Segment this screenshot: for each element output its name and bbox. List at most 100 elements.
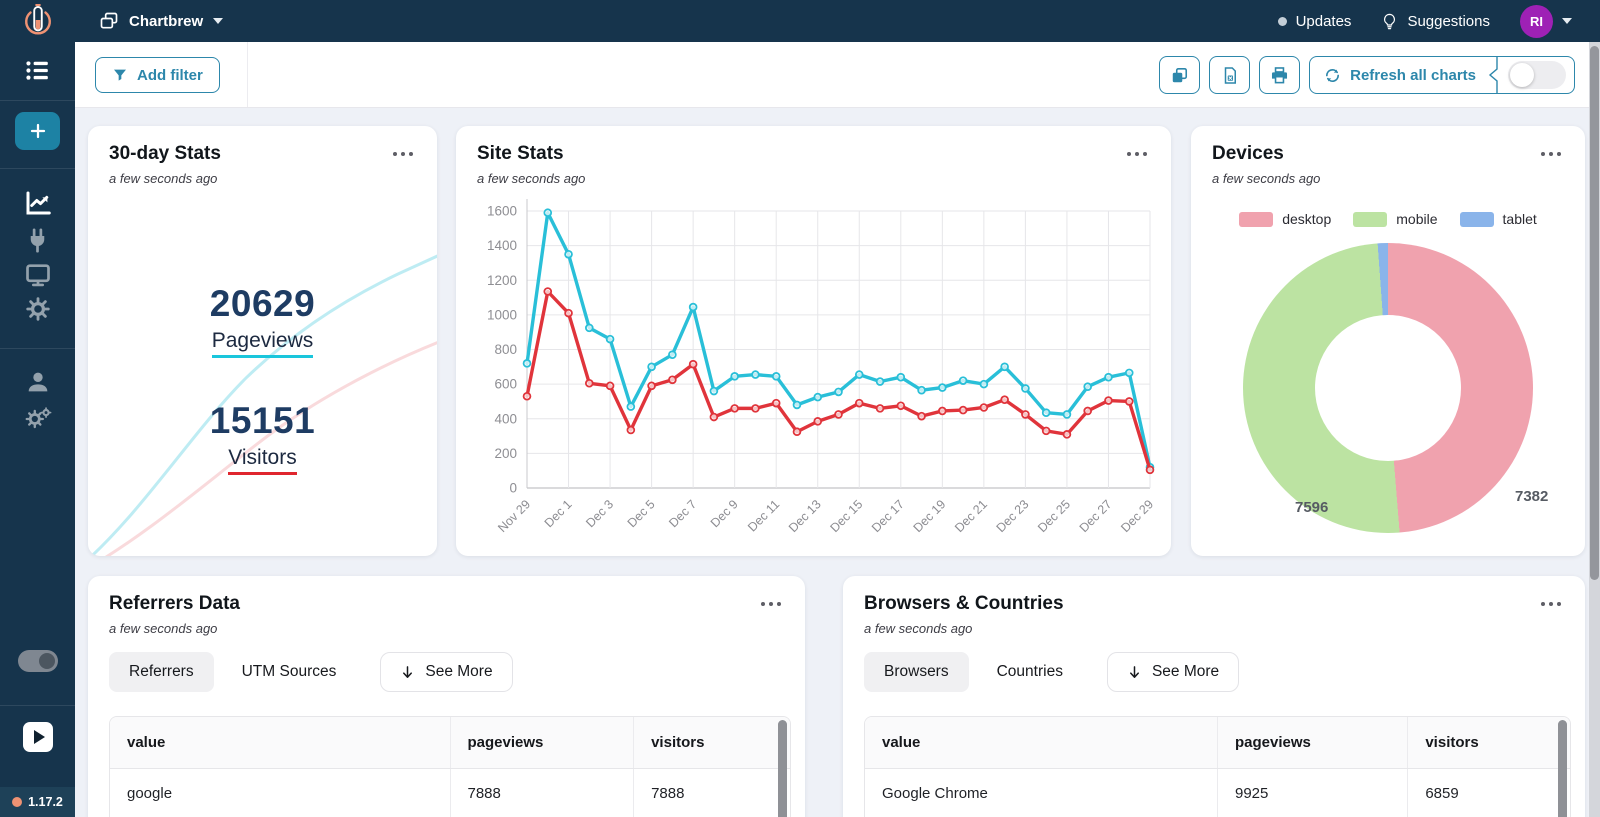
page-scrollbar-thumb[interactable] [1590, 46, 1599, 580]
donut-value-desktop: 7382 [1515, 488, 1549, 505]
updates-button[interactable]: Updates [1277, 12, 1352, 30]
sidebar-item-team-settings[interactable] [0, 404, 75, 434]
theme-toggle[interactable] [0, 650, 75, 672]
table-header-row: value pageviews visitors [110, 717, 790, 769]
column-header[interactable]: value [865, 717, 1218, 769]
column-header[interactable]: pageviews [1217, 717, 1409, 769]
copy-dashboard-button[interactable] [1159, 56, 1201, 94]
table-header-row: value pageviews visitors [865, 717, 1570, 769]
line-chart: 0 200 400 600 800 1000 1200 1400 1600 Nov 29 Dec 1… [487, 199, 1156, 535]
sidebar-item-connections[interactable] [0, 227, 75, 254]
svg-text:1400: 1400 [487, 238, 517, 253]
column-header[interactable]: value [110, 717, 451, 769]
svg-text:600: 600 [494, 377, 517, 392]
svg-text:400: 400 [494, 411, 517, 426]
see-more-button[interactable]: See More [1106, 652, 1240, 692]
print-button[interactable] [1259, 56, 1301, 94]
card-updated: a few seconds ago [109, 621, 218, 636]
card-menu-button[interactable] [393, 152, 413, 156]
updates-label: Updates [1295, 12, 1352, 30]
suggestions-button[interactable]: Suggestions [1381, 13, 1490, 30]
kpi-metric: 20629 Pageviews [209, 283, 316, 358]
theme-toggle-knob [38, 653, 55, 669]
avatar[interactable]: RI [1520, 4, 1553, 38]
see-more-label: See More [425, 663, 493, 680]
table-cell: 6859 [1407, 768, 1570, 817]
updates-dot-icon [1277, 16, 1287, 26]
auto-refresh-toggle[interactable] [1508, 61, 1566, 89]
tab-bar: Referrers UTM Sources See More [109, 652, 513, 692]
table-scrollbar[interactable] [778, 720, 787, 817]
add-filter-label: Add filter [137, 66, 203, 84]
dashboard-toolbar: Add filter Refresh all charts [75, 42, 1600, 108]
sidebar-create-button[interactable] [0, 112, 75, 150]
print-icon [1272, 66, 1288, 83]
sidebar-item-display[interactable] [0, 261, 75, 289]
monitor-icon [25, 264, 50, 287]
kpi-value: 20629 [209, 283, 316, 325]
arrow-down-icon [1129, 665, 1139, 678]
excel-export-icon [1224, 66, 1236, 84]
card-title: 30-day Stats [109, 143, 221, 164]
kpi-label: Pageviews [211, 329, 314, 358]
settings-gear-icon [25, 297, 50, 321]
column-header[interactable]: pageviews [450, 717, 635, 769]
auto-refresh-toggle-knob [1510, 63, 1534, 87]
svg-text:Dec 9: Dec 9 [708, 497, 741, 530]
export-excel-button[interactable] [1209, 56, 1251, 94]
sidebar-item-profile[interactable] [0, 368, 75, 396]
tab-browsers[interactable]: Browsers [864, 652, 969, 692]
table-cell: google [110, 768, 451, 817]
svg-text:Nov 29: Nov 29 [495, 497, 533, 535]
card-referrers-data: Referrers Data a few seconds ago Referre… [88, 576, 805, 817]
card-menu-button[interactable] [1541, 602, 1561, 606]
svg-text:800: 800 [494, 342, 517, 357]
legend-item-mobile[interactable]: mobile [1353, 211, 1438, 227]
copy-icon [1172, 67, 1188, 82]
legend-label: tablet [1502, 211, 1537, 227]
table-cell: 9925 [1217, 768, 1409, 817]
card-30-day-stats: 30-day Stats a few seconds ago 20629 Page… [88, 126, 437, 556]
legend-item-desktop[interactable]: desktop [1239, 211, 1331, 227]
tab-utm-sources[interactable]: UTM Sources [222, 652, 357, 692]
card-menu-button[interactable] [1127, 152, 1147, 156]
column-header[interactable]: visitors [1407, 717, 1570, 769]
chartbrew-logo[interactable] [0, 4, 75, 38]
donut-value-mobile: 7596 [1295, 499, 1329, 516]
theme-toggle-track[interactable] [17, 650, 58, 672]
expand-play-icon [33, 730, 45, 744]
legend-item-tablet[interactable]: tablet [1459, 211, 1537, 227]
refresh-all-charts-button[interactable]: Refresh all charts [1310, 67, 1488, 84]
see-more-button[interactable]: See More [380, 652, 513, 692]
toolbar-divider [247, 42, 248, 107]
table-cell: 7888 [450, 768, 635, 817]
sidebar-item-charts[interactable] [0, 188, 75, 218]
window-icon [100, 12, 118, 29]
donut-hole [1315, 315, 1461, 461]
card-menu-button[interactable] [761, 602, 781, 606]
column-header[interactable]: visitors [633, 717, 790, 769]
svg-text:1200: 1200 [487, 273, 517, 288]
sidebar-divider [0, 348, 75, 349]
card-menu-button[interactable] [1541, 152, 1561, 156]
svg-text:Dec 5: Dec 5 [625, 497, 658, 530]
project-selector[interactable]: Chartbrew [99, 11, 224, 31]
tab-referrers[interactable]: Referrers [109, 652, 214, 692]
tab-countries[interactable]: Countries [977, 652, 1083, 692]
chartbrew-flask-icon [24, 4, 51, 35]
donut-chart: 7596 7382 [1243, 243, 1548, 533]
data-table: value pageviews visitors Google Chrome 9925 6… [864, 716, 1571, 817]
user-menu[interactable]: RI [1520, 4, 1572, 38]
top-navbar: Chartbrew Updates Suggestions RI [0, 0, 1600, 42]
svg-text:1600: 1600 [487, 204, 517, 219]
donut-legend: desktop mobile tablet [1191, 211, 1585, 227]
sidebar-item-settings[interactable] [0, 296, 75, 322]
svg-text:Dec 7: Dec 7 [666, 497, 699, 530]
table-scrollbar[interactable] [1558, 720, 1567, 817]
sidebar-expand-button[interactable] [0, 722, 75, 752]
sidebar-item-dashboards[interactable] [0, 55, 75, 86]
add-filter-button[interactable]: Add filter [95, 57, 220, 93]
svg-text:1000: 1000 [487, 307, 517, 322]
chevron-down-icon [213, 18, 224, 24]
card-devices: Devices a few seconds ago desktop mobile t… [1191, 126, 1585, 556]
